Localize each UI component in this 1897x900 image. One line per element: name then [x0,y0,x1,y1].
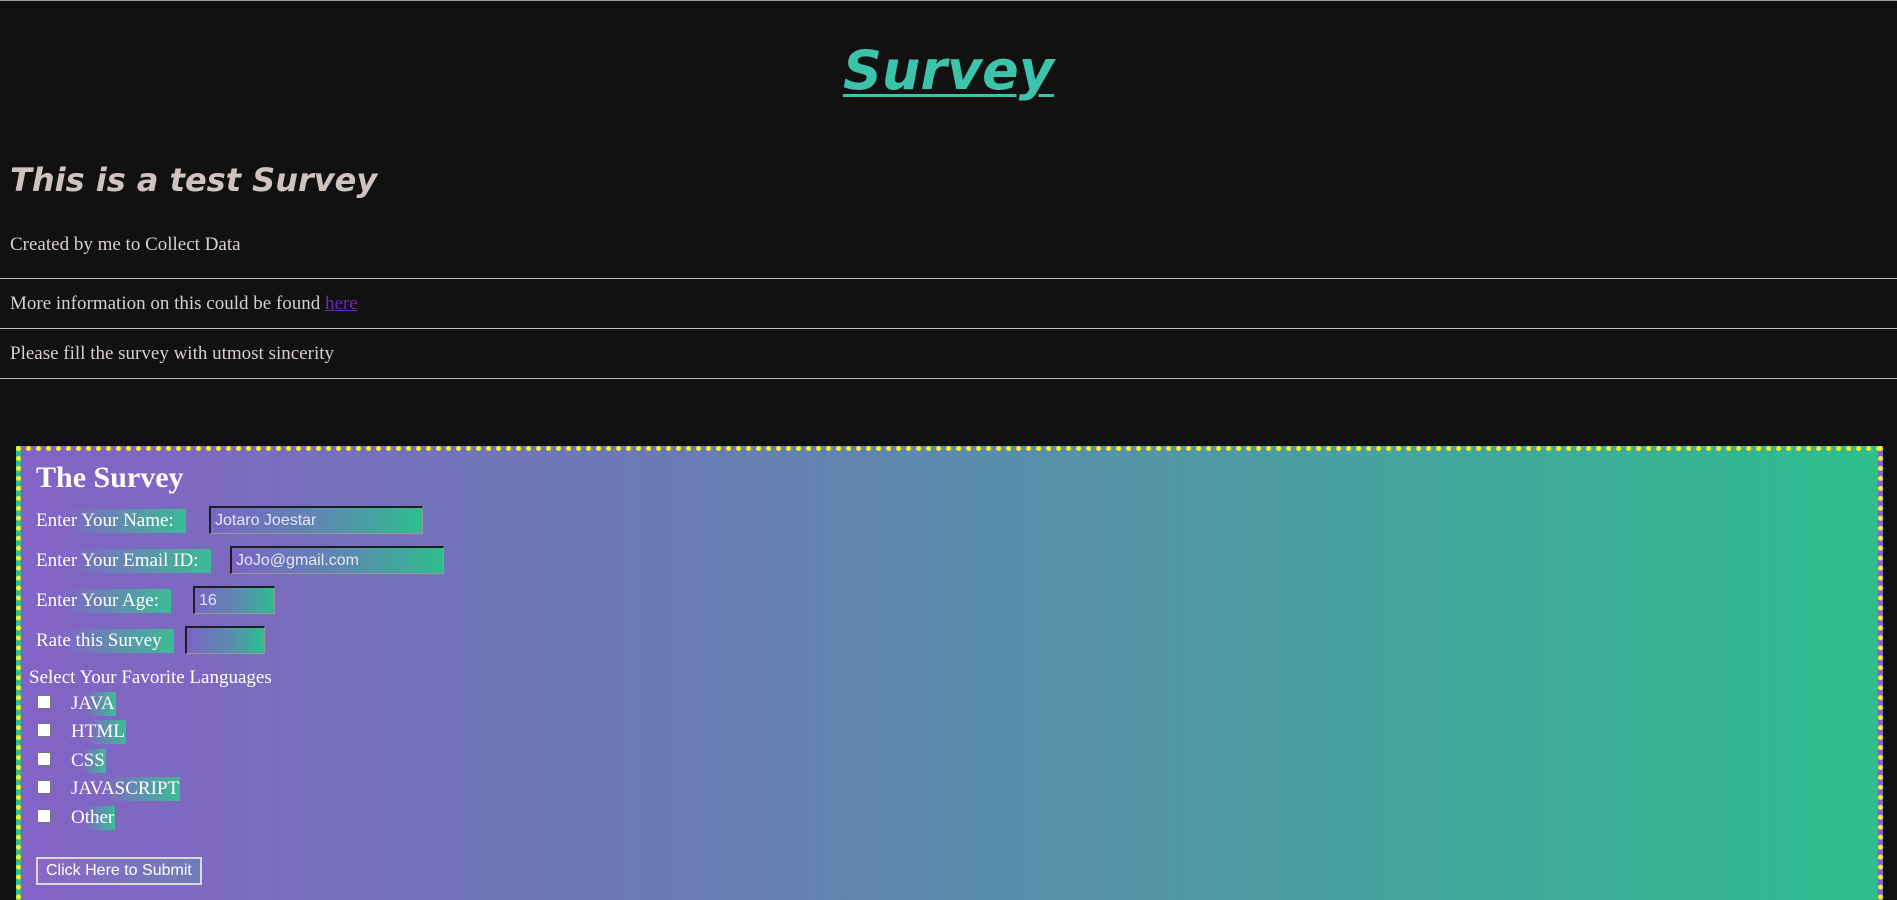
css-checkbox[interactable] [37,752,51,766]
submit-button[interactable]: Click Here to Submit [36,857,202,885]
divider [0,378,1897,380]
name-label: Enter Your Name: [36,509,186,533]
email-input[interactable]: JoJo@gmail.com [230,546,444,574]
email-label: Enter Your Email ID: [36,549,211,573]
rate-label: Rate this Survey [36,629,174,653]
sincerity-text: Please fill the survey with utmost since… [10,343,335,364]
javascript-label: JAVASCRIPT [71,777,181,801]
css-label: CSS [71,749,106,773]
page-title: Survey [843,39,1054,102]
divider [0,278,1897,280]
age-label: Enter Your Age: [36,589,171,613]
survey-form: The Survey Enter Your Name: Jotaro Joest… [16,446,1883,900]
info-link[interactable]: here [325,293,358,314]
other-checkbox[interactable] [37,809,51,823]
html-checkbox[interactable] [37,723,51,737]
name-input[interactable]: Jotaro Joestar [209,506,423,534]
html-label: HTML [71,720,126,744]
top-rule [0,0,1897,1]
age-input[interactable]: 16 [193,586,275,614]
created-text: Created by me to Collect Data [10,234,241,255]
divider [0,328,1897,330]
other-label: Other [71,806,116,830]
java-label: JAVA [71,692,116,716]
rate-input[interactable] [185,626,265,654]
info-text: More information on this could be found … [10,294,358,313]
javascript-checkbox[interactable] [37,780,51,794]
survey-heading: The Survey [36,461,184,494]
page-subtitle: This is a test Survey [10,161,378,199]
info-prefix: More information on this could be found [10,293,326,314]
java-checkbox[interactable] [37,695,51,709]
languages-title: Select Your Favorite Languages [29,667,272,688]
